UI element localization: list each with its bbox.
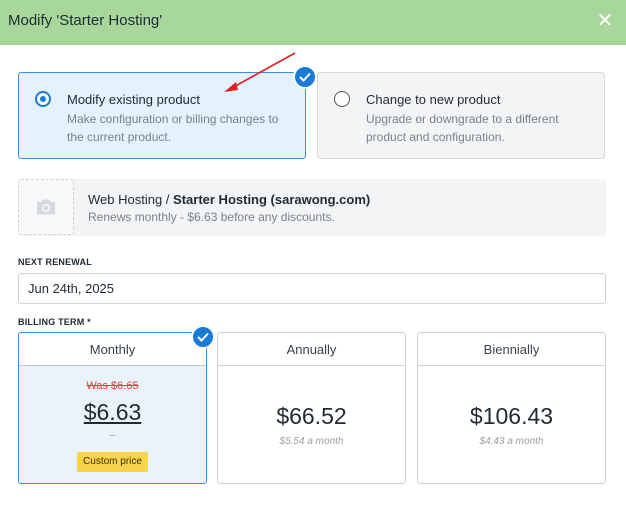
next-renewal-label: NEXT RENEWAL — [18, 257, 92, 267]
annotation-arrow — [224, 52, 296, 92]
option-title: Modify existing product — [67, 92, 200, 107]
term-per-month: $5.54 a month — [279, 436, 344, 447]
product-separator: / — [162, 192, 174, 207]
close-icon[interactable]: ✕ — [596, 10, 614, 32]
dialog-title: Modify 'Starter Hosting' — [8, 12, 163, 29]
term-was-price: Was $6.65 — [86, 380, 139, 392]
next-renewal-field[interactable]: Jun 24th, 2025 — [18, 273, 606, 304]
term-name: Biennially — [418, 333, 605, 366]
option-change-product[interactable]: Change to new product Upgrade or downgra… — [317, 72, 605, 159]
dialog-header: Modify 'Starter Hosting' ✕ — [0, 0, 626, 45]
term-per-month: $4.43 a month — [479, 436, 544, 447]
billing-term-label: BILLING TERM * — [18, 317, 91, 327]
radio-change-product[interactable] — [334, 91, 350, 107]
option-description: Make configuration or billing changes to… — [67, 112, 279, 144]
term-price: $106.43 — [469, 403, 554, 429]
term-annually[interactable]: Annually $66.52 $5.54 a month — [217, 332, 406, 484]
camera-icon — [37, 199, 55, 215]
term-name: Annually — [218, 333, 405, 366]
product-summary: Web Hosting / Starter Hosting (sarawong.… — [18, 179, 606, 236]
custom-price-badge: Custom price — [77, 452, 148, 472]
product-name: Web Hosting / Starter Hosting (sarawong.… — [88, 192, 370, 207]
term-dash: – — [109, 430, 116, 441]
term-price: $66.52 — [276, 403, 347, 429]
radio-modify-existing[interactable] — [35, 91, 51, 107]
product-thumbnail — [18, 179, 74, 235]
product-renewal-text: Renews monthly - $6.63 before any discou… — [88, 210, 335, 224]
option-title: Change to new product — [366, 92, 501, 107]
option-description: Upgrade or downgrade to a different prod… — [366, 112, 559, 144]
term-name: Monthly — [19, 333, 206, 366]
check-icon — [191, 325, 215, 349]
term-biennially[interactable]: Biennially $106.43 $4.43 a month — [417, 332, 606, 484]
product-category: Web Hosting — [88, 192, 163, 207]
term-monthly[interactable]: Monthly Was $6.65 $6.63 – Custom price — [18, 332, 207, 484]
term-price[interactable]: $6.63 — [19, 399, 206, 426]
product-title: Starter Hosting (sarawong.com) — [173, 192, 371, 207]
